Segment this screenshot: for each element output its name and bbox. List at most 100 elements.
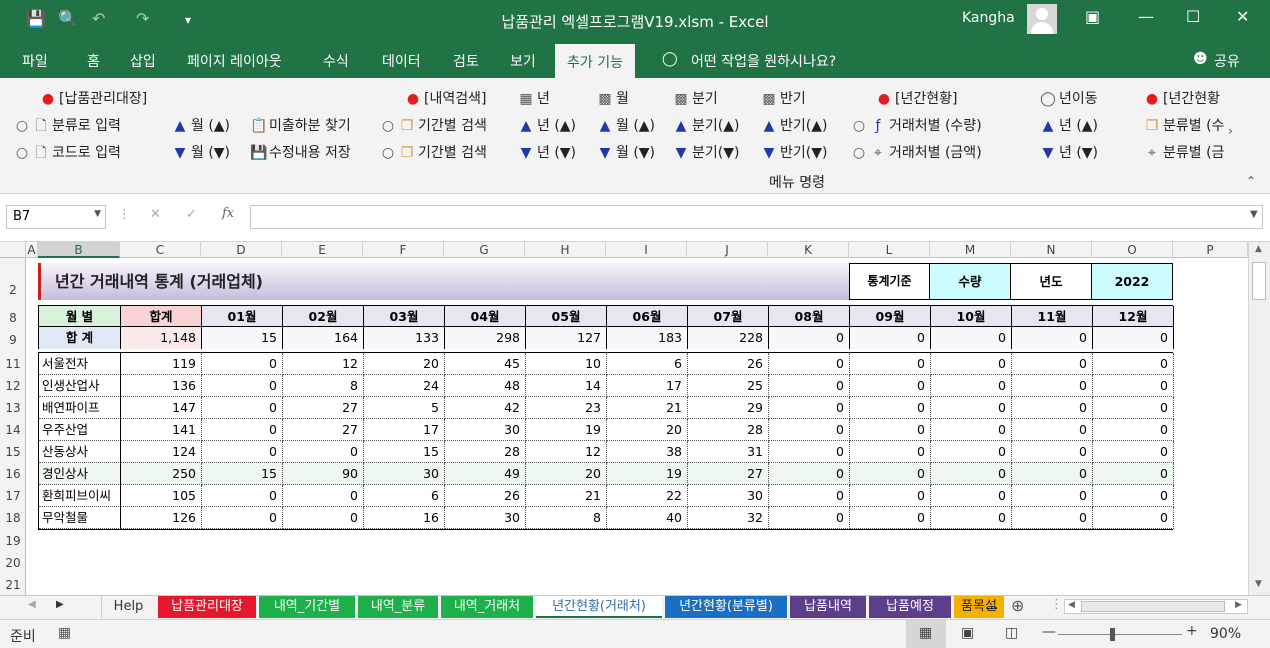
month-value-cell[interactable]: 0 xyxy=(769,485,850,507)
row-header[interactable]: 21 xyxy=(0,578,26,592)
vertical-scrollbar[interactable]: ▲ ▼ xyxy=(1248,242,1270,595)
scroll-thumb[interactable] xyxy=(1252,262,1266,300)
formula-input[interactable] xyxy=(250,205,1263,229)
month-value-cell[interactable]: 38 xyxy=(607,441,688,463)
share-icon[interactable]: ☻ xyxy=(1193,51,1208,67)
month-value-cell[interactable]: 0 xyxy=(850,485,931,507)
month-value-cell[interactable]: 26 xyxy=(688,353,769,375)
month-value-cell[interactable]: 0 xyxy=(931,353,1012,375)
month-value-cell[interactable]: 30 xyxy=(364,463,445,485)
basis-value[interactable]: 수량 xyxy=(930,263,1011,300)
period-search-2-button[interactable]: ○ ❐ 기간별 검색 xyxy=(380,142,487,162)
company-name-cell[interactable]: 경인상사 xyxy=(39,463,121,485)
month-value-cell[interactable]: 0 xyxy=(850,441,931,463)
month-value-cell[interactable]: 0 xyxy=(202,375,283,397)
company-total-cell[interactable]: 250 xyxy=(121,463,202,485)
year-value[interactable]: 2022 xyxy=(1092,263,1173,300)
month-value-cell[interactable]: 0 xyxy=(1093,397,1174,419)
half-up-button[interactable]: ▲ 반기(▲) xyxy=(761,115,828,135)
month-value-cell[interactable]: 0 xyxy=(1012,485,1093,507)
row-header[interactable]: 11 xyxy=(0,357,26,371)
month-value-cell[interactable]: 0 xyxy=(1093,353,1174,375)
half-down-button[interactable]: ▼ 반기(▼) xyxy=(761,142,828,162)
quarter-view-button[interactable]: ▩ 분기 xyxy=(673,88,717,108)
month-value-cell[interactable]: 10 xyxy=(526,353,607,375)
year-up-button[interactable]: ▲ 년 (▲) xyxy=(518,115,576,135)
month-value-cell[interactable]: 0 xyxy=(850,353,931,375)
sheet-tab[interactable]: 내역_거래처 xyxy=(441,596,533,618)
sheet-tab[interactable]: Help xyxy=(101,596,155,618)
chevron-down-icon[interactable]: ▼ xyxy=(94,209,101,219)
month-value-cell[interactable]: 0 xyxy=(850,419,931,441)
expand-formula-icon[interactable]: ▼ xyxy=(1250,209,1258,220)
month-value-cell[interactable]: 12 xyxy=(526,441,607,463)
add-sheet-icon[interactable]: ⊕ xyxy=(1011,596,1024,615)
month-value-cell[interactable]: 0 xyxy=(202,419,283,441)
month-value-cell[interactable]: 0 xyxy=(769,441,850,463)
month-value-cell[interactable]: 49 xyxy=(445,463,526,485)
month-value-cell[interactable]: 0 xyxy=(1093,419,1174,441)
month-value-cell[interactable]: 29 xyxy=(688,397,769,419)
month-value-cell[interactable]: 14 xyxy=(526,375,607,397)
column-header-f[interactable]: F xyxy=(363,242,444,258)
sheet-tab[interactable]: 납품예정 xyxy=(869,596,951,618)
month-value-cell[interactable]: 27 xyxy=(283,397,364,419)
month-value-cell[interactable]: 6 xyxy=(607,353,688,375)
month-value-cell[interactable]: 0 xyxy=(1093,375,1174,397)
by-cat-amt-button[interactable]: ⌖ 분류별 (금 xyxy=(1144,142,1224,162)
month-value-cell[interactable]: 17 xyxy=(364,419,445,441)
row-header[interactable]: 18 xyxy=(0,511,26,525)
insert-function-icon[interactable]: fx xyxy=(222,206,234,221)
zoom-in-icon[interactable]: + xyxy=(1186,623,1198,639)
month-value-cell[interactable]: 0 xyxy=(283,485,364,507)
year-view-button[interactable]: ▦ 년 xyxy=(518,88,550,108)
tab-data[interactable]: 데이터 xyxy=(382,51,421,71)
by-client-amt-button[interactable]: ○ ⌖ 거래처별 (금액) xyxy=(851,142,982,162)
minimize-icon[interactable]: — xyxy=(1138,7,1154,26)
month-value-cell[interactable]: 30 xyxy=(445,419,526,441)
column-header-b[interactable]: B xyxy=(38,242,120,258)
column-header-j[interactable]: J xyxy=(687,242,768,258)
month-value-cell[interactable]: 0 xyxy=(850,375,931,397)
maximize-icon[interactable]: ☐ xyxy=(1186,7,1200,26)
month-value-cell[interactable]: 21 xyxy=(607,397,688,419)
month-value-cell[interactable]: 0 xyxy=(1012,419,1093,441)
column-header-o[interactable]: O xyxy=(1092,242,1173,258)
company-name-cell[interactable]: 인생산업사 xyxy=(39,375,121,397)
month-value-cell[interactable]: 0 xyxy=(1012,397,1093,419)
sheet-tab[interactable]: 납품관리대장 xyxy=(158,596,256,618)
month-value-cell[interactable]: 6 xyxy=(364,485,445,507)
month-value-cell[interactable]: 0 xyxy=(931,507,1012,529)
month-value-cell[interactable]: 0 xyxy=(283,507,364,529)
year-move-down-button[interactable]: ▼ 년 (▼) xyxy=(1040,142,1098,162)
month-value-cell[interactable]: 0 xyxy=(1012,441,1093,463)
month-value-cell[interactable]: 0 xyxy=(931,397,1012,419)
month-value-cell[interactable]: 20 xyxy=(526,463,607,485)
row-header[interactable]: 17 xyxy=(0,489,26,503)
column-header-e[interactable]: E xyxy=(282,242,363,258)
zoom-slider-thumb[interactable] xyxy=(1110,628,1115,641)
month-value-cell[interactable]: 0 xyxy=(1093,463,1174,485)
month-value-cell[interactable]: 24 xyxy=(364,375,445,397)
month-value-cell[interactable]: 5 xyxy=(364,397,445,419)
save-edit-button[interactable]: 💾 수정내용 저장 xyxy=(250,142,351,162)
h-scroll-thumb[interactable] xyxy=(1081,601,1225,612)
row-header[interactable]: 13 xyxy=(0,401,26,415)
month-value-cell[interactable]: 15 xyxy=(202,463,283,485)
company-total-cell[interactable]: 124 xyxy=(121,441,202,463)
month-value-cell[interactable]: 28 xyxy=(445,441,526,463)
tab-page-layout[interactable]: 페이지 레이아웃 xyxy=(187,51,282,71)
month-value-cell[interactable]: 0 xyxy=(202,485,283,507)
month-down-button[interactable]: ▼ 월 (▼) xyxy=(172,142,230,162)
row-header[interactable]: 15 xyxy=(0,445,26,459)
month-value-cell[interactable]: 0 xyxy=(769,507,850,529)
chevron-right-icon[interactable]: › xyxy=(1228,124,1233,138)
month-value-cell[interactable]: 20 xyxy=(607,419,688,441)
month-value-cell[interactable]: 42 xyxy=(445,397,526,419)
company-name-cell[interactable]: 환희피브이씨 xyxy=(39,485,121,507)
month-value-cell[interactable]: 27 xyxy=(283,419,364,441)
scroll-left-icon[interactable]: ◀ xyxy=(1068,600,1075,610)
month-value-cell[interactable]: 17 xyxy=(607,375,688,397)
annual-status-button[interactable]: ● [년간현황] xyxy=(876,88,958,108)
month-value-cell[interactable]: 40 xyxy=(607,507,688,529)
